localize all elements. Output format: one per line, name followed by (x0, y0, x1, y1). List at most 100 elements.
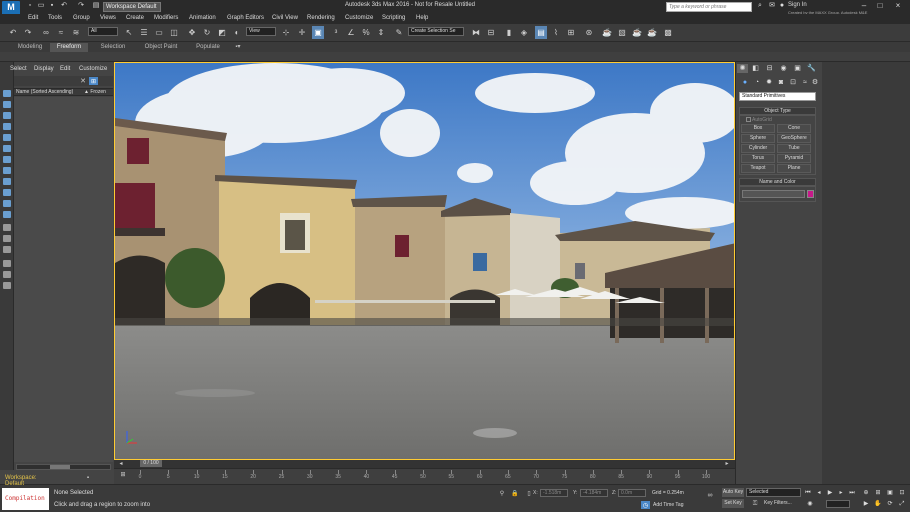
angle-snap-icon[interactable]: ∠ (345, 26, 357, 39)
help-center-icon[interactable]: ✉ (768, 2, 776, 10)
unlink-icon[interactable]: ≈ (55, 26, 67, 39)
menu-views[interactable]: Views (100, 15, 116, 21)
pivot-center-icon[interactable]: ⊹ (280, 26, 292, 39)
display-containers-icon[interactable] (3, 200, 11, 207)
absolute-mode-icon[interactable]: ▯ (525, 489, 533, 497)
new-scene-icon[interactable]: ▫ (26, 2, 34, 10)
toggle-layer-explorer-icon[interactable]: ◈ (518, 26, 530, 39)
geometry-icon[interactable]: ● (741, 79, 749, 87)
menu-customize[interactable]: Customize (345, 15, 373, 21)
lock-cell-editing-icon[interactable] (3, 282, 11, 289)
explorer-list[interactable] (14, 97, 113, 462)
time-tag-icon[interactable]: ◷ (641, 501, 650, 509)
user-icon[interactable]: ● (778, 2, 786, 10)
time-slider-thumb[interactable]: 0 / 100 (140, 460, 162, 467)
display-all-icon[interactable] (3, 224, 11, 231)
ribbon-options-icon[interactable]: ▪▾ (232, 43, 244, 52)
go-to-end-icon[interactable]: ⏭ (848, 489, 856, 497)
utilities-tab-icon[interactable]: 🔧 (806, 64, 817, 73)
percent-snap-icon[interactable]: % (360, 26, 372, 39)
select-move-icon[interactable]: ✥ (186, 26, 198, 39)
display-spacewarps-icon[interactable] (3, 156, 11, 163)
hierarchy-tab-icon[interactable]: ⊟ (764, 64, 775, 73)
minimize-icon[interactable]: – (858, 1, 870, 11)
tab-object-paint[interactable]: Object Paint (140, 43, 182, 52)
selection-lock-icon[interactable]: 🔒 (511, 489, 519, 497)
menu-scripting[interactable]: Scripting (382, 15, 405, 21)
display-tab-icon[interactable]: ▣ (792, 64, 803, 73)
filter-icon[interactable] (3, 260, 11, 267)
autogrid-checkbox[interactable] (746, 117, 751, 122)
close-icon[interactable]: × (892, 1, 904, 11)
redo-icon[interactable]: ↷ (22, 26, 34, 39)
go-to-start-icon[interactable]: ⏮ (804, 489, 812, 497)
object-color-swatch[interactable] (807, 190, 814, 198)
workspace-lock-icon[interactable]: ▪ (84, 474, 92, 482)
zoom-extents-all-icon[interactable]: ⊡ (898, 489, 906, 497)
menu-create[interactable]: Create (126, 15, 144, 21)
select-scale-icon[interactable]: ◩ (216, 26, 228, 39)
display-helpers-icon[interactable] (3, 145, 11, 152)
edit-named-selection-icon[interactable]: ✎ (393, 26, 405, 39)
cameras-icon[interactable]: ◙ (777, 79, 785, 87)
toggle-scene-explorer-icon[interactable]: ▮ (503, 26, 515, 39)
sign-in-link[interactable]: Sign In (788, 2, 807, 8)
primitive-type-dropdown[interactable]: Standard Primitives (739, 92, 816, 101)
perspective-viewport[interactable] (114, 62, 735, 460)
sphere-button[interactable]: Sphere (741, 134, 775, 143)
rendered-frame-window-icon[interactable]: ▧ (616, 26, 628, 39)
create-tab-icon[interactable]: ✺ (737, 64, 748, 73)
project-folder-icon[interactable]: ▤ (92, 2, 100, 10)
set-keys-icon[interactable]: ⚿ (750, 500, 760, 508)
column-name[interactable]: Name (Sorted Ascending) (16, 89, 73, 95)
field-of-view-icon[interactable]: ▶ (862, 500, 870, 508)
toggle-ribbon-icon[interactable]: ▤ (535, 26, 547, 39)
mini-curve-editor-icon[interactable]: ⊞ (119, 470, 127, 478)
pan-view-icon[interactable]: ✋ (874, 500, 882, 508)
object-name-field[interactable] (742, 190, 805, 198)
auto-key-button[interactable]: Auto Key (722, 488, 744, 497)
reference-coordinate-dropdown[interactable]: View (246, 27, 276, 36)
explorer-scroll-thumb[interactable] (50, 465, 70, 469)
render-production-icon[interactable]: ☕ (631, 26, 643, 39)
explorer-menu-customize[interactable]: Customize (79, 66, 107, 72)
column-frozen[interactable]: ▲ Frozen (84, 89, 106, 95)
tab-freeform[interactable]: Freeform (50, 43, 88, 52)
key-filters-button[interactable]: Key Filters... (764, 500, 792, 506)
sync-selection-icon[interactable] (3, 271, 11, 278)
x-coordinate-field[interactable]: -1.518m (540, 489, 568, 497)
explorer-menu-select[interactable]: Select (10, 66, 27, 72)
display-xrefs-icon[interactable] (3, 178, 11, 185)
clear-find-icon[interactable]: ✕ (79, 77, 87, 85)
workspace-dropdown[interactable]: Workspace Default (103, 2, 161, 12)
bind-spacewarp-icon[interactable]: ≋ (70, 26, 82, 39)
geosphere-button[interactable]: GeoSphere (777, 134, 811, 143)
set-key-label[interactable]: Set Key (722, 499, 744, 508)
time-slider[interactable] (114, 460, 735, 468)
redo-icon[interactable]: ↷ (77, 2, 85, 10)
render-iterative-icon[interactable]: ☕ (646, 26, 658, 39)
name-and-color-rollout[interactable]: Name and Color (739, 178, 816, 186)
save-file-icon[interactable]: ▪ (48, 2, 56, 10)
maxscript-listener[interactable]: Compilation (2, 488, 49, 510)
add-time-tag[interactable]: Add Time Tag (653, 502, 683, 508)
tab-selection[interactable]: Selection (94, 43, 132, 52)
helpers-icon[interactable]: ⊡ (789, 79, 797, 87)
isolate-selection-icon[interactable]: ⚲ (498, 489, 506, 497)
menu-modifiers[interactable]: Modifiers (154, 15, 178, 21)
display-children-icon[interactable] (3, 246, 11, 253)
display-invert-icon[interactable] (3, 235, 11, 242)
curve-editor-icon[interactable]: ⌇ (550, 26, 562, 39)
zoom-icon[interactable]: ⊕ (862, 489, 870, 497)
display-cameras-icon[interactable] (3, 134, 11, 141)
cone-button[interactable]: Cone (777, 124, 811, 133)
select-object-icon[interactable]: ↖ (123, 26, 135, 39)
next-frame-button-icon[interactable]: ▸ (837, 489, 845, 497)
keyboard-shortcut-icon[interactable]: ▣ (312, 26, 324, 39)
play-icon[interactable]: ▶ (826, 489, 834, 497)
orbit-icon[interactable]: ⟳ (886, 500, 894, 508)
open-file-icon[interactable]: ▭ (37, 2, 45, 10)
place-icon[interactable]: ◐ (231, 26, 243, 39)
z-coordinate-field[interactable]: 0.0m (618, 489, 646, 497)
object-type-rollout[interactable]: Object Type (739, 107, 816, 115)
